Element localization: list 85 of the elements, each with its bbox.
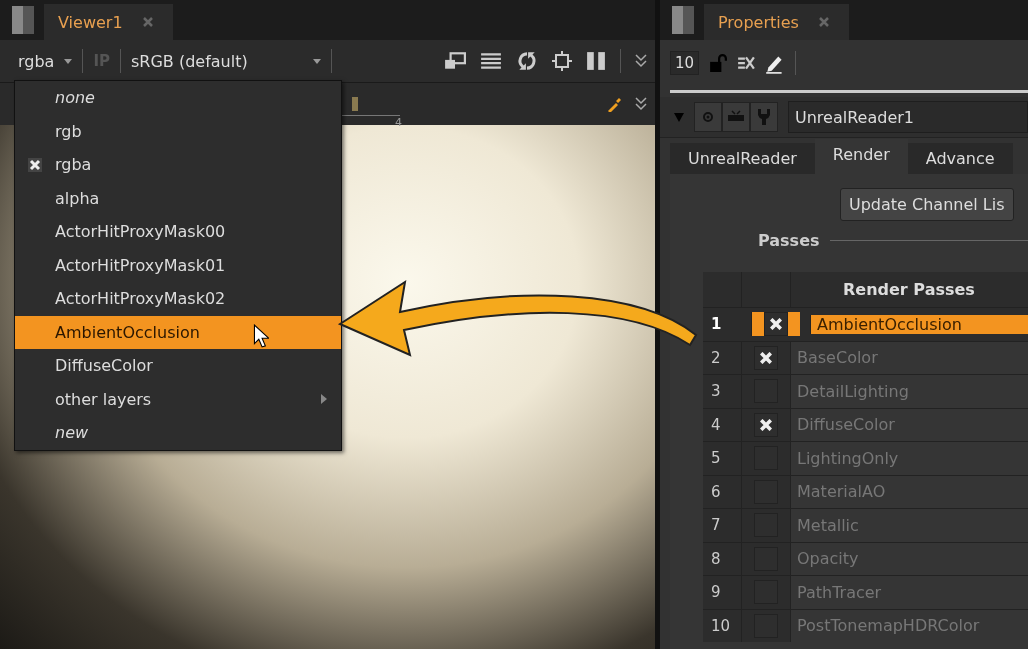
panel-icon[interactable] [12,6,34,34]
cross-icon [770,318,782,331]
section-label: Passes [758,231,820,250]
eyedropper-icon[interactable] [607,96,623,112]
close-icon[interactable] [818,17,829,27]
tab-title: Viewer1 [58,12,123,32]
menu-item[interactable]: none [15,81,341,115]
colorspace-dropdown[interactable]: sRGB (default) [131,51,321,71]
pause-icon[interactable] [586,51,606,71]
table-cell: BaseColor [790,341,1028,374]
chip-icon[interactable] [552,51,572,71]
table-row[interactable]: 4 DiffuseColor [703,407,1028,441]
sync-icon[interactable] [516,50,538,72]
window-icon[interactable] [444,52,466,70]
panel-icon[interactable] [672,6,694,34]
row-number: 7 [710,515,722,537]
chevron-icon[interactable] [635,54,647,68]
mouse-cursor-icon [253,323,269,348]
table-row[interactable]: 1 AmbientOcclusion [703,307,1028,341]
properties-tab[interactable]: UnrealReader [670,143,815,174]
menu-item[interactable]: new [15,416,341,450]
update-channel-list-button[interactable]: Update Channel Lis [840,188,1014,221]
table-cell: PathTracer [790,576,1028,609]
circle-icon [702,111,714,123]
row-number: 6 [710,481,722,503]
channel-dropdown[interactable]: rgba [18,51,73,71]
lock-icon[interactable] [709,54,728,72]
caret-icon [64,58,73,64]
table-row[interactable]: 7 Metallic [703,508,1028,542]
close-icon[interactable] [142,17,153,27]
table-row[interactable]: 10 PostTonemapHDRColor [703,608,1028,642]
table-row[interactable]: 9 PathTracer [703,575,1028,609]
menu-item[interactable]: ActorHitProxyMask02 [15,282,341,316]
ruler-label: 4 [395,115,402,129]
menu-item[interactable]: ActorHitProxyMask00 [15,215,341,249]
properties-tab[interactable]: Advance [907,143,1013,174]
node-button[interactable] [694,102,722,132]
viewer-icon [727,110,745,124]
chevron-icon[interactable] [635,97,647,111]
table-cell: LightingOnly [790,442,1028,475]
table-row[interactable]: 6 MaterialAO [703,474,1028,508]
row-number: 8 [710,548,722,570]
checkbox[interactable] [754,412,778,437]
node-name-field[interactable]: UnrealReader1 [788,101,1028,133]
node-button[interactable] [750,102,778,132]
caret-icon [313,58,321,64]
menu-item[interactable]: other layers [15,382,341,416]
collapse-triangle-icon[interactable] [674,112,684,122]
submenu-arrow-icon [321,394,327,405]
row-number: 10 [710,615,732,637]
checkbox[interactable] [764,312,788,337]
row-number: 4 [710,414,722,436]
row-number: 3 [710,381,722,403]
table-cell: DiffuseColor [790,408,1028,441]
table-cell: AmbientOcclusion [810,314,1028,334]
table-row[interactable]: 2 BaseColor [703,340,1028,374]
cross-icon [760,351,772,364]
cross-icon [760,418,772,431]
max-panels-field[interactable]: 10 [670,51,700,75]
table-row[interactable]: 5 LightingOnly [703,441,1028,475]
row-number: 1 [710,315,723,334]
viewer-tab[interactable]: Viewer1 [44,4,173,40]
row-number: 5 [710,448,722,470]
properties-tab[interactable]: Properties [704,4,849,40]
row-number: 9 [710,582,722,604]
collapse-icon[interactable] [737,56,756,70]
table-cell: Opacity [790,542,1028,575]
menu-item[interactable]: rgb [15,114,341,148]
wrench-icon [757,108,771,126]
checkbox[interactable] [754,345,778,370]
tab-title: Properties [718,12,799,32]
table-row[interactable]: 3 DetailLighting [703,374,1028,408]
list-icon[interactable] [480,52,502,70]
menu-item[interactable]: ActorHitProxyMask01 [15,248,341,282]
table-cell: MaterialAO [790,475,1028,508]
table-row[interactable]: 8 Opacity [703,541,1028,575]
table-cell: DetailLighting [790,375,1028,408]
menu-item[interactable]: DiffuseColor [15,349,341,383]
menu-item[interactable]: AmbientOcclusion [15,315,341,349]
table-cell: Metallic [790,509,1028,542]
table-cell: PostTonemapHDRColor [790,609,1028,642]
row-number: 2 [710,347,722,369]
node-button[interactable] [722,102,750,132]
menu-item[interactable]: rgba [15,148,341,182]
menu-item[interactable]: alpha [15,181,341,215]
